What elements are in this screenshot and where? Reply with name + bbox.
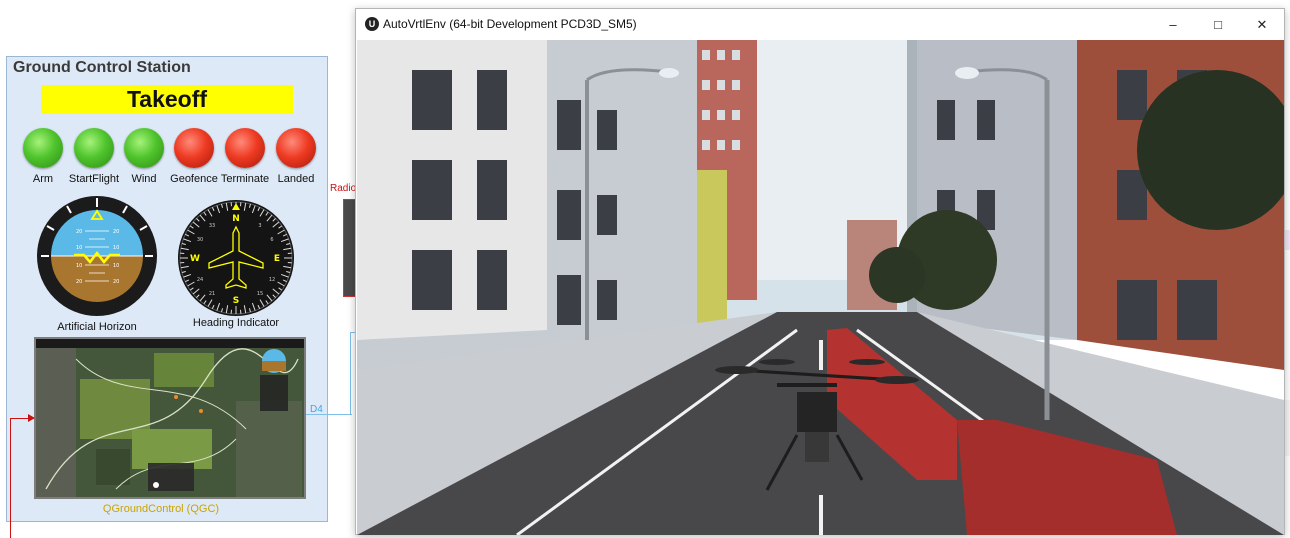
wind-status-light: [124, 128, 164, 168]
svg-text:W: W: [190, 254, 200, 264]
svg-text:E: E: [274, 254, 280, 264]
svg-text:20: 20: [76, 229, 82, 235]
qgc-label: QGroundControl (QGC): [102, 503, 220, 515]
svg-text:6: 6: [270, 237, 273, 243]
svg-text:3: 3: [258, 223, 261, 229]
simulator-window[interactable]: U AutoVrtlEnv (64-bit Development PCD3D_…: [355, 8, 1285, 535]
landed-status-light: [276, 128, 316, 168]
qgc-map-thumbnail[interactable]: [34, 337, 306, 499]
qgc-toolbar: [36, 339, 304, 348]
terminate-status-light: [225, 128, 265, 168]
gcs-title: Ground Control Station: [13, 59, 191, 76]
arm-status-light: [23, 128, 63, 168]
landed-label: Landed: [277, 173, 315, 185]
heading-indicator-label: Heading Indicator: [192, 317, 280, 329]
radio-label: Radio: [330, 183, 357, 194]
geofence-status-light: [174, 128, 214, 168]
svg-text:N: N: [232, 214, 240, 224]
svg-text:10: 10: [113, 263, 119, 269]
window-title: AutoVrtlEnv (64-bit Development PCD3D_SM…: [383, 17, 637, 31]
svg-text:10: 10: [76, 245, 82, 251]
unreal-engine-icon: U: [365, 17, 379, 31]
radio-connector-arrow: [28, 414, 35, 422]
svg-text:33: 33: [209, 223, 215, 229]
simulation-viewport[interactable]: [357, 40, 1284, 535]
ground-control-station-panel: Ground Control Station Takeoff Arm Start…: [6, 56, 328, 522]
svg-text:20: 20: [113, 279, 119, 285]
d4-label: D4: [310, 404, 323, 415]
svg-text:12: 12: [269, 277, 275, 283]
radio-connector-vertical: [10, 418, 11, 538]
heading-indicator-gauge: N E S W 3 6 12 15 21 24 30 33: [178, 200, 294, 316]
svg-text:10: 10: [76, 263, 82, 269]
maximize-icon[interactable]: □: [1195, 9, 1241, 40]
svg-text:20: 20: [113, 229, 119, 235]
flight-mode-banner: Takeoff: [41, 85, 293, 114]
artificial-horizon-gauge: 20 20 10 10 10 10 20 20: [37, 196, 157, 316]
minimize-icon[interactable]: –: [1150, 9, 1196, 40]
svg-text:15: 15: [257, 291, 263, 297]
artificial-horizon-label: Artificial Horizon: [57, 321, 137, 333]
close-icon[interactable]: ✕: [1239, 9, 1285, 40]
d4-connector-vertical: [350, 332, 351, 415]
svg-text:21: 21: [209, 291, 215, 297]
svg-text:10: 10: [113, 245, 119, 251]
svg-text:30: 30: [197, 237, 203, 243]
window-titlebar[interactable]: U AutoVrtlEnv (64-bit Development PCD3D_…: [356, 9, 1284, 40]
startflight-status-light: [74, 128, 114, 168]
svg-text:20: 20: [76, 279, 82, 285]
svg-text:24: 24: [197, 277, 203, 283]
svg-text:S: S: [233, 296, 239, 306]
